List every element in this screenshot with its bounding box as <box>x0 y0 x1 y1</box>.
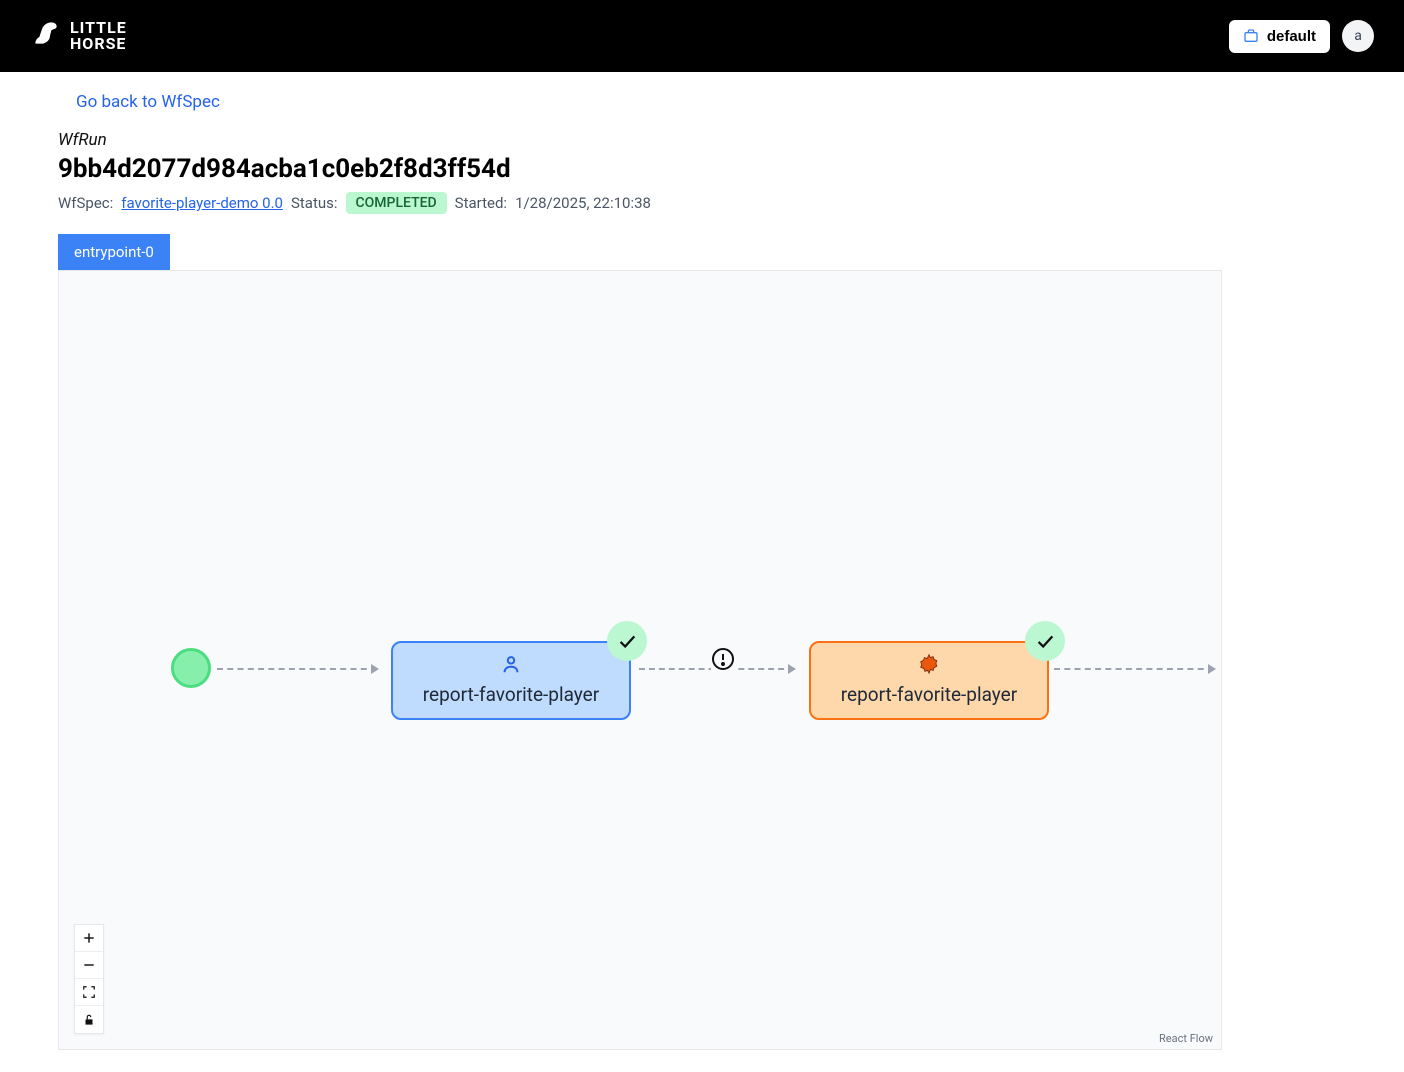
user-avatar[interactable]: a <box>1342 20 1374 52</box>
task-node[interactable]: report-favorite-player <box>809 641 1049 720</box>
alert-icon <box>711 647 735 671</box>
avatar-initial: a <box>1354 28 1362 44</box>
status-label: Status: <box>291 194 338 212</box>
app-header: LITTLE HORSE default a <box>0 0 1404 72</box>
node-label: report-favorite-player <box>841 683 1017 706</box>
logo: LITTLE HORSE <box>30 17 127 56</box>
check-icon <box>1025 621 1065 661</box>
flow-edge <box>217 668 377 670</box>
workflow-canvas[interactable]: report-favorite-player report-favorite-p… <box>58 270 1222 1050</box>
canvas-controls <box>74 924 104 1034</box>
gear-icon <box>831 653 1027 679</box>
flow-edge <box>1054 668 1214 670</box>
logo-text-line2: HORSE <box>70 36 127 52</box>
wfrun-meta: WfSpec: favorite-player-demo 0.0 Status:… <box>58 192 1222 214</box>
horse-icon <box>30 17 62 56</box>
start-node[interactable] <box>171 648 211 688</box>
node-label: report-favorite-player <box>423 683 599 706</box>
thread-tab-entrypoint[interactable]: entrypoint-0 <box>58 234 170 270</box>
fit-view-button[interactable] <box>75 979 103 1006</box>
attribution: React Flow <box>1159 1032 1213 1045</box>
started-value: 1/28/2025, 22:10:38 <box>515 194 651 212</box>
zoom-in-button[interactable] <box>75 925 103 952</box>
started-label: Started: <box>455 194 507 212</box>
status-badge: COMPLETED <box>346 192 447 214</box>
breadcrumb-type: WfRun <box>58 130 1222 150</box>
tenant-label: default <box>1267 28 1316 45</box>
person-icon <box>413 653 609 679</box>
lock-button[interactable] <box>75 1006 103 1033</box>
wfrun-id: 9bb4d2077d984acba1c0eb2f8d3ff54d <box>58 154 1222 184</box>
tenant-selector-button[interactable]: default <box>1229 20 1330 53</box>
wfspec-link[interactable]: favorite-player-demo 0.0 <box>121 194 283 212</box>
briefcase-icon <box>1243 28 1259 44</box>
back-to-wfspec-link[interactable]: Go back to WfSpec <box>76 92 220 112</box>
check-icon <box>607 621 647 661</box>
wfspec-label: WfSpec: <box>58 194 113 212</box>
user-task-node[interactable]: report-favorite-player <box>391 641 631 720</box>
zoom-out-button[interactable] <box>75 952 103 979</box>
